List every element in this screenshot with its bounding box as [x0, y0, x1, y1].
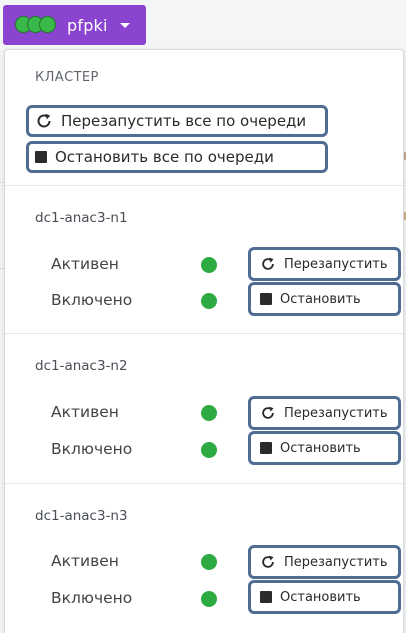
- status-indicator: [201, 293, 217, 309]
- restart-all-button[interactable]: Перезапустить все по очереди: [26, 105, 328, 137]
- node-restart-button[interactable]: Перезапустить: [248, 247, 401, 281]
- status-indicator: [201, 405, 217, 421]
- stop-icon: [260, 442, 272, 454]
- node-restart-button[interactable]: Перезапустить: [248, 545, 401, 579]
- node-enabled-label: Включено: [51, 589, 133, 607]
- node-title: dc1-anac3-n1: [35, 210, 128, 226]
- node-restart-label: Перезапустить: [284, 256, 388, 272]
- stop-icon: [260, 293, 272, 305]
- section-divider: [5, 185, 403, 186]
- status-indicator: [201, 442, 217, 458]
- section-divider: [5, 483, 403, 484]
- stop-all-button[interactable]: Остановить все по очереди: [26, 141, 328, 173]
- node-restart-label: Перезапустить: [284, 554, 388, 570]
- node-state-label: Активен: [51, 255, 119, 273]
- node-enabled-label: Включено: [51, 440, 133, 458]
- restart-icon: [260, 554, 276, 570]
- node-enabled-label: Включено: [51, 291, 133, 309]
- node-restart-label: Перезапустить: [284, 405, 388, 421]
- stop-icon: [260, 591, 272, 603]
- node-stop-button[interactable]: Остановить: [248, 580, 401, 614]
- restart-icon: [35, 112, 53, 130]
- node-restart-button[interactable]: Перезапустить: [248, 396, 401, 430]
- stop-all-label: Остановить все по очереди: [55, 148, 274, 166]
- restart-icon: [260, 256, 276, 272]
- status-indicator: [201, 257, 217, 273]
- node-stop-button[interactable]: Остановить: [248, 282, 401, 316]
- node-state-label: Активен: [51, 552, 119, 570]
- cluster-selector-button[interactable]: pfpki: [3, 5, 146, 45]
- node-stop-label: Остановить: [280, 589, 361, 605]
- status-indicator: [201, 554, 217, 570]
- restart-icon: [260, 405, 276, 421]
- cluster-dropdown-menu: КЛАСТЕР Перезапустить все по очереди Ост…: [4, 49, 404, 633]
- node-stop-label: Остановить: [280, 291, 361, 307]
- restart-all-label: Перезапустить все по очереди: [61, 112, 307, 130]
- chevron-down-icon: [119, 22, 130, 28]
- stop-icon: [35, 151, 47, 163]
- cluster-logo-icon: [15, 15, 59, 35]
- cluster-name: pfpki: [67, 15, 108, 35]
- node-state-label: Активен: [51, 403, 119, 421]
- node-title: dc1-anac3-n2: [35, 358, 128, 374]
- status-indicator: [201, 591, 217, 607]
- node-stop-button[interactable]: Остановить: [248, 431, 401, 465]
- node-stop-label: Остановить: [280, 440, 361, 456]
- section-title: КЛАСТЕР: [35, 70, 99, 85]
- section-divider: [5, 333, 403, 334]
- node-title: dc1-anac3-n3: [35, 508, 128, 524]
